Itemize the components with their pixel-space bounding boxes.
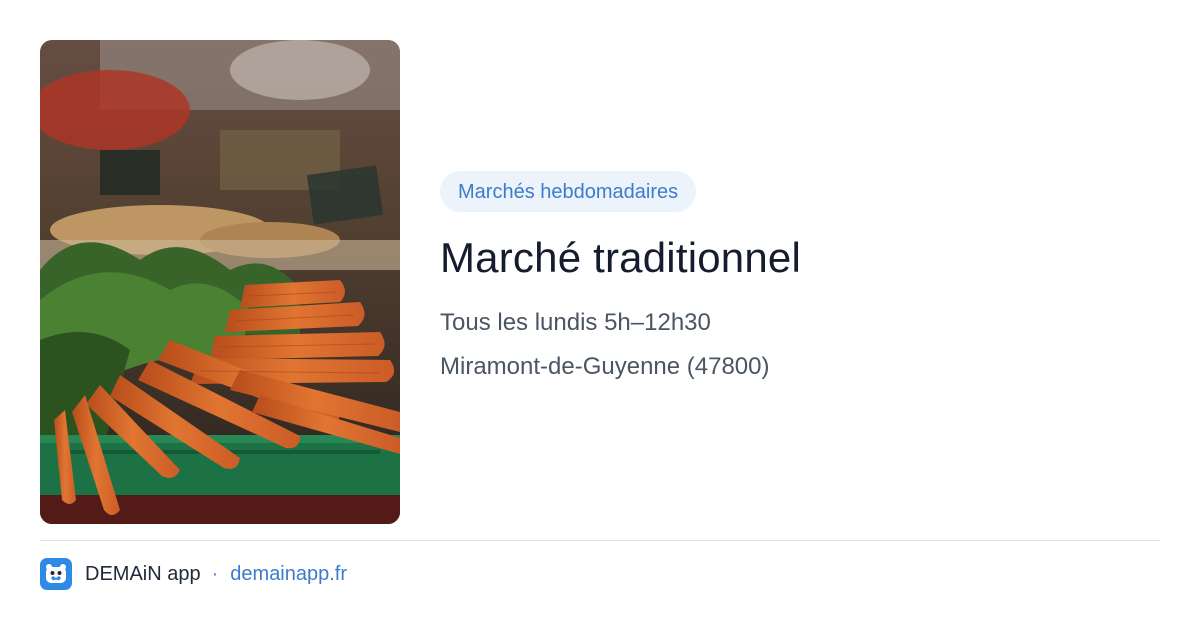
- market-photo: [40, 40, 400, 524]
- app-name: DEMAiN app: [85, 562, 201, 585]
- carrots-photo-illustration: [40, 40, 400, 524]
- footer-divider: [40, 540, 1160, 541]
- market-location: Miramont-de-Guyenne (47800): [440, 353, 770, 380]
- demain-app-logo-icon[interactable]: [40, 558, 72, 590]
- market-details: Marchés hebdomadaires Marché traditionne…: [440, 171, 1160, 382]
- app-website-link[interactable]: demainapp.fr: [230, 563, 347, 586]
- footer-separator: ·: [211, 562, 219, 585]
- market-schedule: Tous les lundis 5h–12h30: [440, 309, 711, 336]
- market-title: Marché traditionnel: [440, 234, 801, 281]
- category-badge[interactable]: Marchés hebdomadaires: [440, 171, 697, 212]
- footer: DEMAiN app · demainapp.fr: [40, 558, 347, 590]
